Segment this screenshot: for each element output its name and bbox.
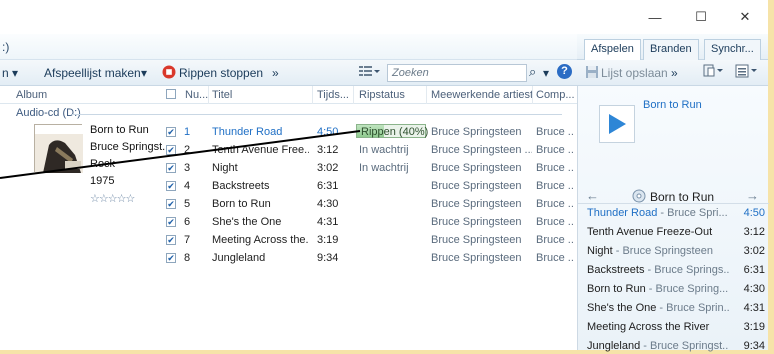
playlist-item-duration: 3:12 [743, 226, 765, 238]
playlist-item-artist: - Bruce Spri... [657, 207, 728, 219]
playlist-item-duration: 9:34 [743, 340, 765, 352]
playlist-item-duration: 4:31 [743, 302, 765, 314]
playlist-item-title: Tenth Avenue Freeze-Out [587, 226, 713, 238]
playlist-item-duration: 6:31 [743, 264, 765, 276]
forward-arrow-icon[interactable]: → [746, 188, 759, 203]
playlist-item-artist: - Bruce Spring... [645, 283, 729, 295]
media-player-window: — ☐ ✕ :) Afspelen Branden Synchr... n ▾ … [0, 0, 774, 354]
pane-nav-album[interactable]: Born to Run [650, 190, 714, 204]
playlist-pane: Born to Run ← Born to Run → Thunder Road… [577, 86, 769, 352]
pane-album-title[interactable]: Born to Run [643, 99, 702, 111]
playlist-item[interactable]: Backstreets - Bruce Springs... 6:31 [578, 261, 769, 279]
playlist-item-title: Night [587, 245, 613, 257]
playlist-item[interactable]: She's the One - Bruce Sprin... 4:31 [578, 299, 769, 317]
playlist-item[interactable]: Thunder Road - Bruce Spri... 4:50 [578, 204, 769, 222]
playlist-item-artist: - Bruce Springst... [640, 340, 729, 352]
back-arrow-icon[interactable]: ← [586, 188, 599, 203]
playlist-item[interactable]: Jungleland - Bruce Springst... 9:34 [578, 337, 769, 354]
playlist-item-title: Backstreets [587, 264, 645, 276]
playlist-item-title: She's the One [587, 302, 657, 314]
playlist-item-title: Born to Run [587, 283, 646, 295]
playlist-item-duration: 3:19 [743, 321, 765, 333]
playlist-item-duration: 4:30 [743, 283, 765, 295]
playlist-item[interactable]: Born to Run - Bruce Spring... 4:30 [578, 280, 769, 298]
playlist-item-title: Jungleland [587, 340, 641, 352]
playlist-item-artist: - Bruce Springs... [644, 264, 729, 276]
playlist-item[interactable]: Meeting Across the River 3:19 [578, 318, 769, 336]
playlist-item-duration: 3:02 [743, 245, 765, 257]
playlist-item-artist: - Bruce Sprin... [656, 302, 729, 314]
playlist-item-title: Meeting Across the River [587, 321, 710, 333]
playlist-item-artist: - Bruce Springsteen [612, 245, 713, 257]
playlist-item-title: Thunder Road [587, 207, 658, 219]
playlist-item-duration: 4:50 [743, 207, 765, 219]
playlist-item[interactable]: Night - Bruce Springsteen 3:02 [578, 242, 769, 260]
cd-play-icon[interactable] [599, 105, 635, 143]
playlist-item[interactable]: Tenth Avenue Freeze-Out 3:12 [578, 223, 769, 241]
